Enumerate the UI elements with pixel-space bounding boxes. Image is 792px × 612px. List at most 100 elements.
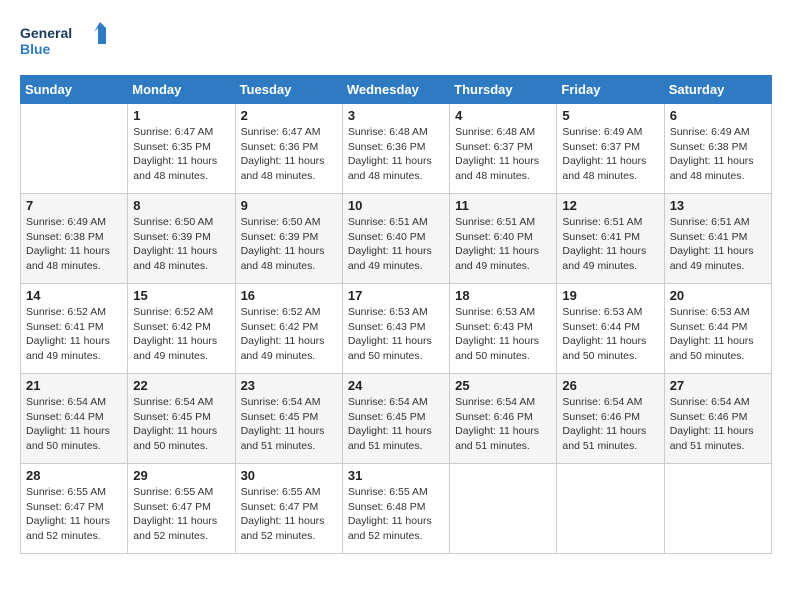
day-number: 1 <box>133 108 229 123</box>
header-cell-tuesday: Tuesday <box>235 76 342 104</box>
day-cell <box>21 104 128 194</box>
week-row-5: 28 Sunrise: 6:55 AMSunset: 6:47 PMDayligh… <box>21 464 772 554</box>
day-info: Sunrise: 6:54 AMSunset: 6:45 PMDaylight:… <box>348 395 444 454</box>
day-number: 25 <box>455 378 551 393</box>
day-cell <box>557 464 664 554</box>
day-cell: 6Sunrise: 6:49 AMSunset: 6:38 PMDaylight… <box>664 104 771 194</box>
day-number: 21 <box>26 378 122 393</box>
day-info: Sunrise: 6:55 AMSunset: 6:47 PMDaylight:… <box>241 485 337 544</box>
day-cell: 28 Sunrise: 6:55 AMSunset: 6:47 PMDayligh… <box>21 464 128 554</box>
day-cell: 15 Sunrise: 6:52 AMSunset: 6:42 PMDayligh… <box>128 284 235 374</box>
day-info: Sunrise: 6:51 AMSunset: 6:40 PMDaylight:… <box>455 215 551 274</box>
week-row-3: 14Sunrise: 6:52 AMSunset: 6:41 PMDayligh… <box>21 284 772 374</box>
day-cell <box>450 464 557 554</box>
day-cell: 26 Sunrise: 6:54 AMSunset: 6:46 PMDayligh… <box>557 374 664 464</box>
day-cell: 25 Sunrise: 6:54 AMSunset: 6:46 PMDayligh… <box>450 374 557 464</box>
day-info: Sunrise: 6:53 AMSunset: 6:44 PMDaylight:… <box>670 305 766 364</box>
day-info: Sunrise: 6:49 AMSunset: 6:38 PMDaylight:… <box>670 125 766 184</box>
week-row-2: 7 Sunrise: 6:49 AMSunset: 6:38 PMDaylight… <box>21 194 772 284</box>
day-info: Sunrise: 6:51 AMSunset: 6:41 PMDaylight:… <box>670 215 766 274</box>
day-cell: 11Sunrise: 6:51 AMSunset: 6:40 PMDayligh… <box>450 194 557 284</box>
day-number: 17 <box>348 288 444 303</box>
day-cell: 1 Sunrise: 6:47 AMSunset: 6:35 PMDaylight… <box>128 104 235 194</box>
day-cell: 19 Sunrise: 6:53 AMSunset: 6:44 PMDayligh… <box>557 284 664 374</box>
day-info: Sunrise: 6:54 AMSunset: 6:46 PMDaylight:… <box>562 395 658 454</box>
day-info: Sunrise: 6:50 AMSunset: 6:39 PMDaylight:… <box>133 215 229 274</box>
day-info: Sunrise: 6:54 AMSunset: 6:45 PMDaylight:… <box>241 395 337 454</box>
day-info: Sunrise: 6:55 AMSunset: 6:47 PMDaylight:… <box>26 485 122 544</box>
logo-svg: General Blue <box>20 20 110 65</box>
day-number: 31 <box>348 468 444 483</box>
day-number: 27 <box>670 378 766 393</box>
day-info: Sunrise: 6:53 AMSunset: 6:44 PMDaylight:… <box>562 305 658 364</box>
day-cell: 21 Sunrise: 6:54 AMSunset: 6:44 PMDayligh… <box>21 374 128 464</box>
day-info: Sunrise: 6:48 AMSunset: 6:36 PMDaylight:… <box>348 125 444 184</box>
day-info: Sunrise: 6:53 AMSunset: 6:43 PMDaylight:… <box>348 305 444 364</box>
day-cell: 27 Sunrise: 6:54 AMSunset: 6:46 PMDayligh… <box>664 374 771 464</box>
day-cell <box>664 464 771 554</box>
day-info: Sunrise: 6:54 AMSunset: 6:46 PMDaylight:… <box>670 395 766 454</box>
day-number: 3 <box>348 108 444 123</box>
day-number: 4 <box>455 108 551 123</box>
header-row: SundayMondayTuesdayWednesdayThursdayFrid… <box>21 76 772 104</box>
header-cell-sunday: Sunday <box>21 76 128 104</box>
svg-text:Blue: Blue <box>20 41 51 57</box>
day-number: 30 <box>241 468 337 483</box>
day-number: 16 <box>241 288 337 303</box>
day-info: Sunrise: 6:54 AMSunset: 6:45 PMDaylight:… <box>133 395 229 454</box>
day-info: Sunrise: 6:52 AMSunset: 6:42 PMDaylight:… <box>133 305 229 364</box>
day-info: Sunrise: 6:54 AMSunset: 6:44 PMDaylight:… <box>26 395 122 454</box>
day-info: Sunrise: 6:48 AMSunset: 6:37 PMDaylight:… <box>455 125 551 184</box>
day-number: 5 <box>562 108 658 123</box>
day-number: 7 <box>26 198 122 213</box>
day-cell: 18Sunrise: 6:53 AMSunset: 6:43 PMDayligh… <box>450 284 557 374</box>
day-number: 13 <box>670 198 766 213</box>
header-cell-monday: Monday <box>128 76 235 104</box>
day-cell: 4 Sunrise: 6:48 AMSunset: 6:37 PMDaylight… <box>450 104 557 194</box>
day-cell: 8Sunrise: 6:50 AMSunset: 6:39 PMDaylight… <box>128 194 235 284</box>
day-cell: 7 Sunrise: 6:49 AMSunset: 6:38 PMDaylight… <box>21 194 128 284</box>
day-number: 2 <box>241 108 337 123</box>
day-number: 26 <box>562 378 658 393</box>
day-number: 10 <box>348 198 444 213</box>
day-number: 9 <box>241 198 337 213</box>
day-number: 24 <box>348 378 444 393</box>
svg-text:General: General <box>20 25 72 41</box>
day-info: Sunrise: 6:55 AMSunset: 6:47 PMDaylight:… <box>133 485 229 544</box>
day-number: 19 <box>562 288 658 303</box>
day-number: 20 <box>670 288 766 303</box>
day-info: Sunrise: 6:49 AMSunset: 6:37 PMDaylight:… <box>562 125 658 184</box>
day-cell: 13 Sunrise: 6:51 AMSunset: 6:41 PMDayligh… <box>664 194 771 284</box>
day-number: 29 <box>133 468 229 483</box>
day-cell: 5 Sunrise: 6:49 AMSunset: 6:37 PMDaylight… <box>557 104 664 194</box>
day-cell: 23Sunrise: 6:54 AMSunset: 6:45 PMDayligh… <box>235 374 342 464</box>
day-info: Sunrise: 6:47 AMSunset: 6:36 PMDaylight:… <box>241 125 337 184</box>
day-info: Sunrise: 6:52 AMSunset: 6:42 PMDaylight:… <box>241 305 337 364</box>
day-info: Sunrise: 6:53 AMSunset: 6:43 PMDaylight:… <box>455 305 551 364</box>
day-cell: 30 Sunrise: 6:55 AMSunset: 6:47 PMDayligh… <box>235 464 342 554</box>
day-cell: 29 Sunrise: 6:55 AMSunset: 6:47 PMDayligh… <box>128 464 235 554</box>
day-cell: 20 Sunrise: 6:53 AMSunset: 6:44 PMDayligh… <box>664 284 771 374</box>
day-info: Sunrise: 6:50 AMSunset: 6:39 PMDaylight:… <box>241 215 337 274</box>
calendar-table: SundayMondayTuesdayWednesdayThursdayFrid… <box>20 75 772 554</box>
day-cell: 14Sunrise: 6:52 AMSunset: 6:41 PMDayligh… <box>21 284 128 374</box>
day-cell: 3 Sunrise: 6:48 AMSunset: 6:36 PMDaylight… <box>342 104 449 194</box>
header-cell-thursday: Thursday <box>450 76 557 104</box>
day-cell: 31Sunrise: 6:55 AMSunset: 6:48 PMDayligh… <box>342 464 449 554</box>
day-number: 14 <box>26 288 122 303</box>
day-number: 15 <box>133 288 229 303</box>
day-cell: 17 Sunrise: 6:53 AMSunset: 6:43 PMDayligh… <box>342 284 449 374</box>
day-info: Sunrise: 6:54 AMSunset: 6:46 PMDaylight:… <box>455 395 551 454</box>
day-number: 28 <box>26 468 122 483</box>
day-info: Sunrise: 6:49 AMSunset: 6:38 PMDaylight:… <box>26 215 122 274</box>
day-number: 22 <box>133 378 229 393</box>
day-cell: 16 Sunrise: 6:52 AMSunset: 6:42 PMDayligh… <box>235 284 342 374</box>
page-header: General Blue <box>20 20 772 65</box>
header-cell-wednesday: Wednesday <box>342 76 449 104</box>
day-cell: 9 Sunrise: 6:50 AMSunset: 6:39 PMDaylight… <box>235 194 342 284</box>
week-row-4: 21 Sunrise: 6:54 AMSunset: 6:44 PMDayligh… <box>21 374 772 464</box>
day-info: Sunrise: 6:47 AMSunset: 6:35 PMDaylight:… <box>133 125 229 184</box>
day-info: Sunrise: 6:51 AMSunset: 6:40 PMDaylight:… <box>348 215 444 274</box>
day-cell: 2 Sunrise: 6:47 AMSunset: 6:36 PMDaylight… <box>235 104 342 194</box>
day-cell: 22 Sunrise: 6:54 AMSunset: 6:45 PMDayligh… <box>128 374 235 464</box>
